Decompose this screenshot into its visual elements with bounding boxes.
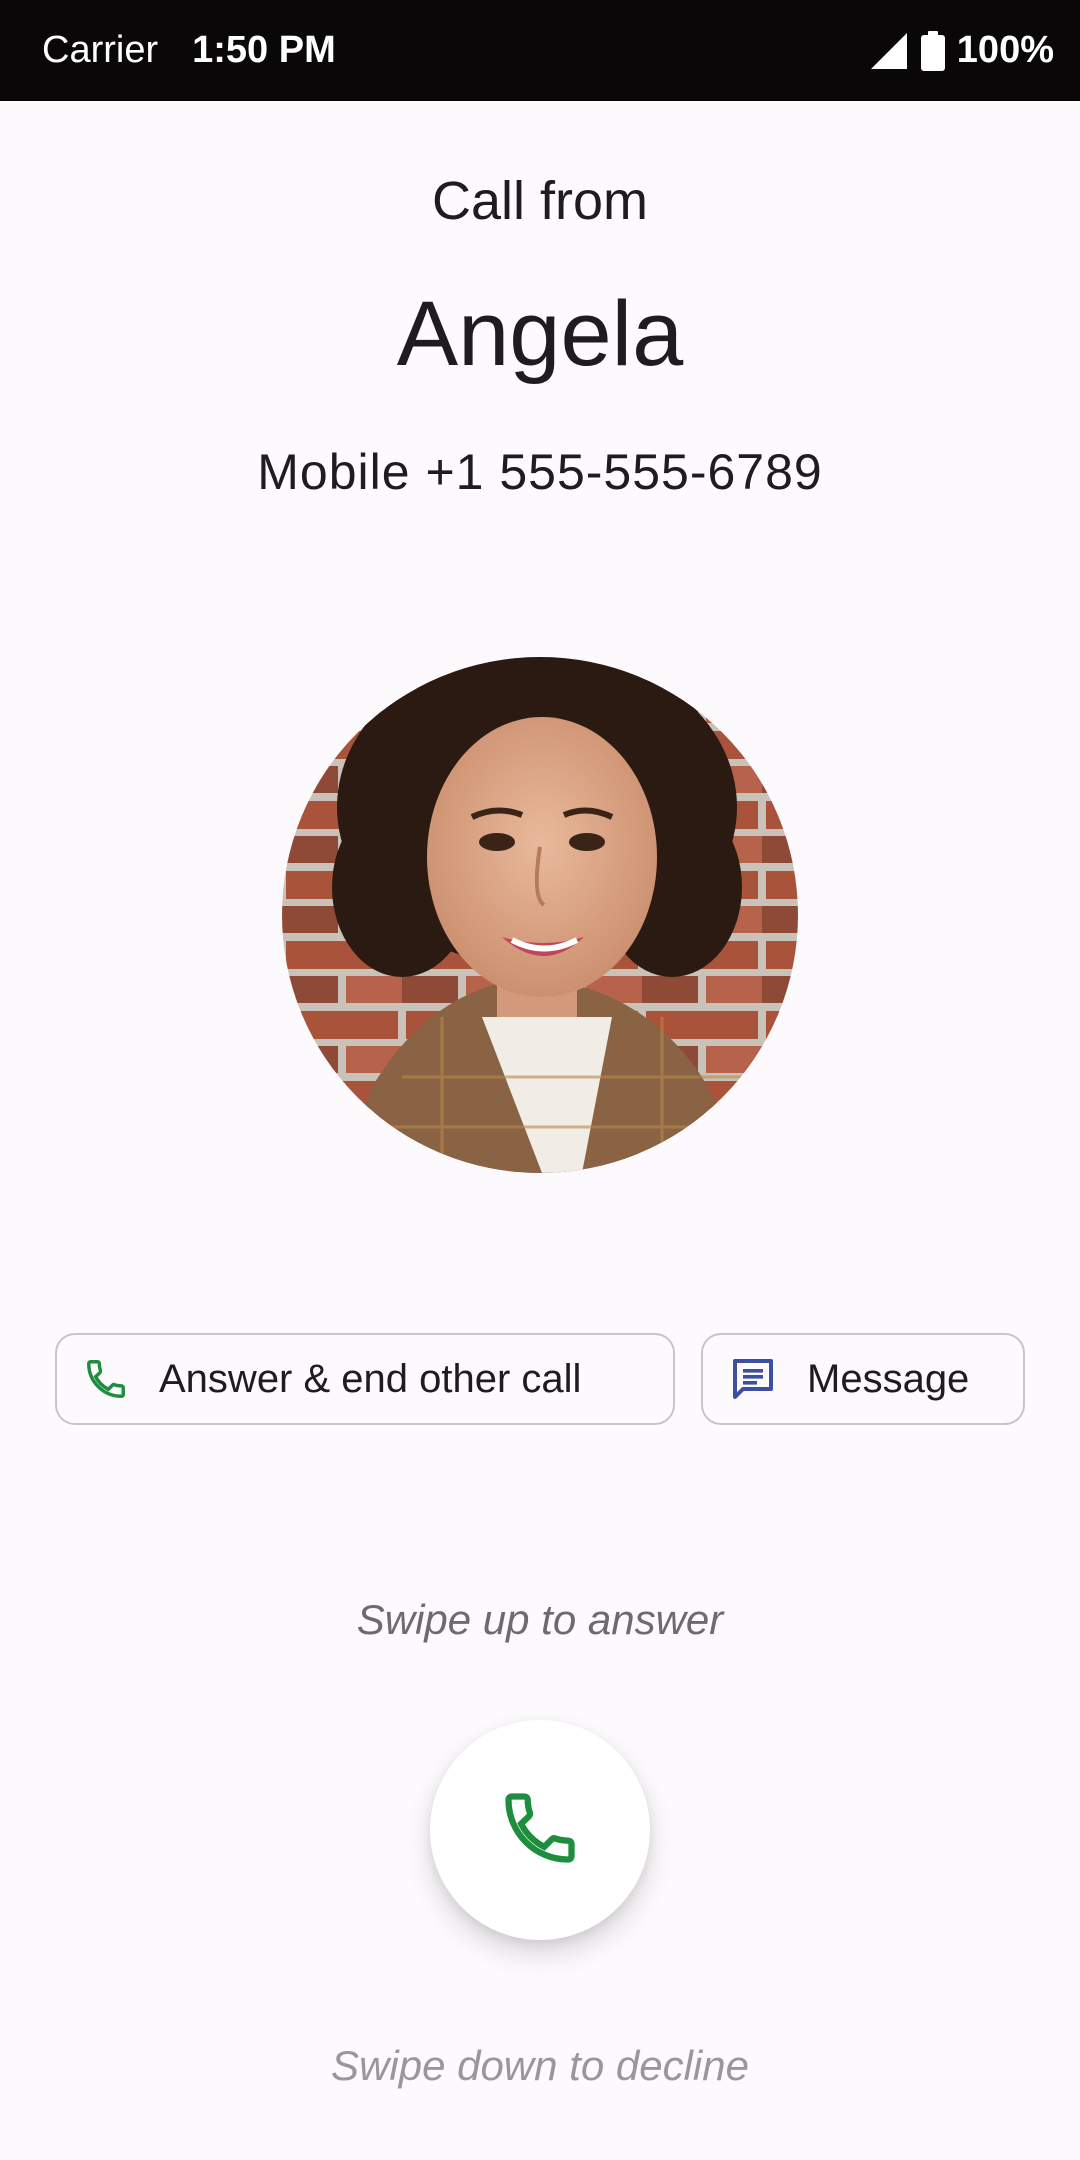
signal-icon (869, 31, 909, 71)
caller-name: Angela (396, 283, 684, 385)
caller-avatar (282, 657, 798, 1173)
swipe-down-hint: Swipe down to decline (331, 2042, 749, 2089)
battery-icon (920, 30, 945, 71)
phone-icon (498, 1786, 582, 1875)
phone-icon (83, 1356, 129, 1402)
status-bar: Carrier 1:50 PM 100% (0, 0, 1080, 101)
caller-number: Mobile +1 555-555-6789 (257, 444, 823, 500)
call-header: Call from (431, 171, 649, 231)
status-time: 1:50 PM (192, 29, 336, 71)
carrier-label: Carrier (42, 29, 159, 71)
answer-end-other-call-button[interactable]: Answer & end other call (55, 1333, 675, 1425)
answer-end-other-call-label: Answer & end other call (159, 1356, 582, 1401)
message-label: Message (807, 1356, 970, 1401)
message-button[interactable]: Message (701, 1333, 1025, 1425)
message-icon (729, 1355, 777, 1403)
swipe-up-hint: Swipe up to answer (356, 1596, 724, 1643)
answer-call-button[interactable] (430, 1720, 650, 1940)
status-left: Carrier 1:50 PM (42, 29, 336, 72)
battery-percent: 100% (956, 29, 1054, 71)
status-right: 100% (869, 29, 1054, 72)
incoming-call-screen: Carrier 1:50 PM 100% Call from Angela Mo… (0, 0, 1080, 2160)
